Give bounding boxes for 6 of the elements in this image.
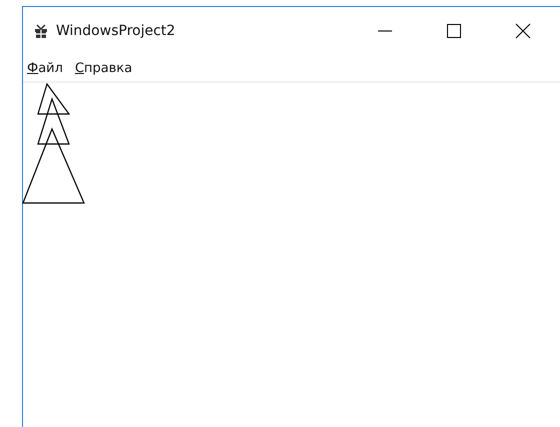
window-title: WindowsProject2 [56,23,176,39]
gift-icon [34,24,48,38]
maximize-icon [446,23,462,39]
menu-item[interactable]: Справка [74,60,132,76]
menu-item[interactable]: Файл [27,60,63,76]
close-icon [515,23,531,39]
